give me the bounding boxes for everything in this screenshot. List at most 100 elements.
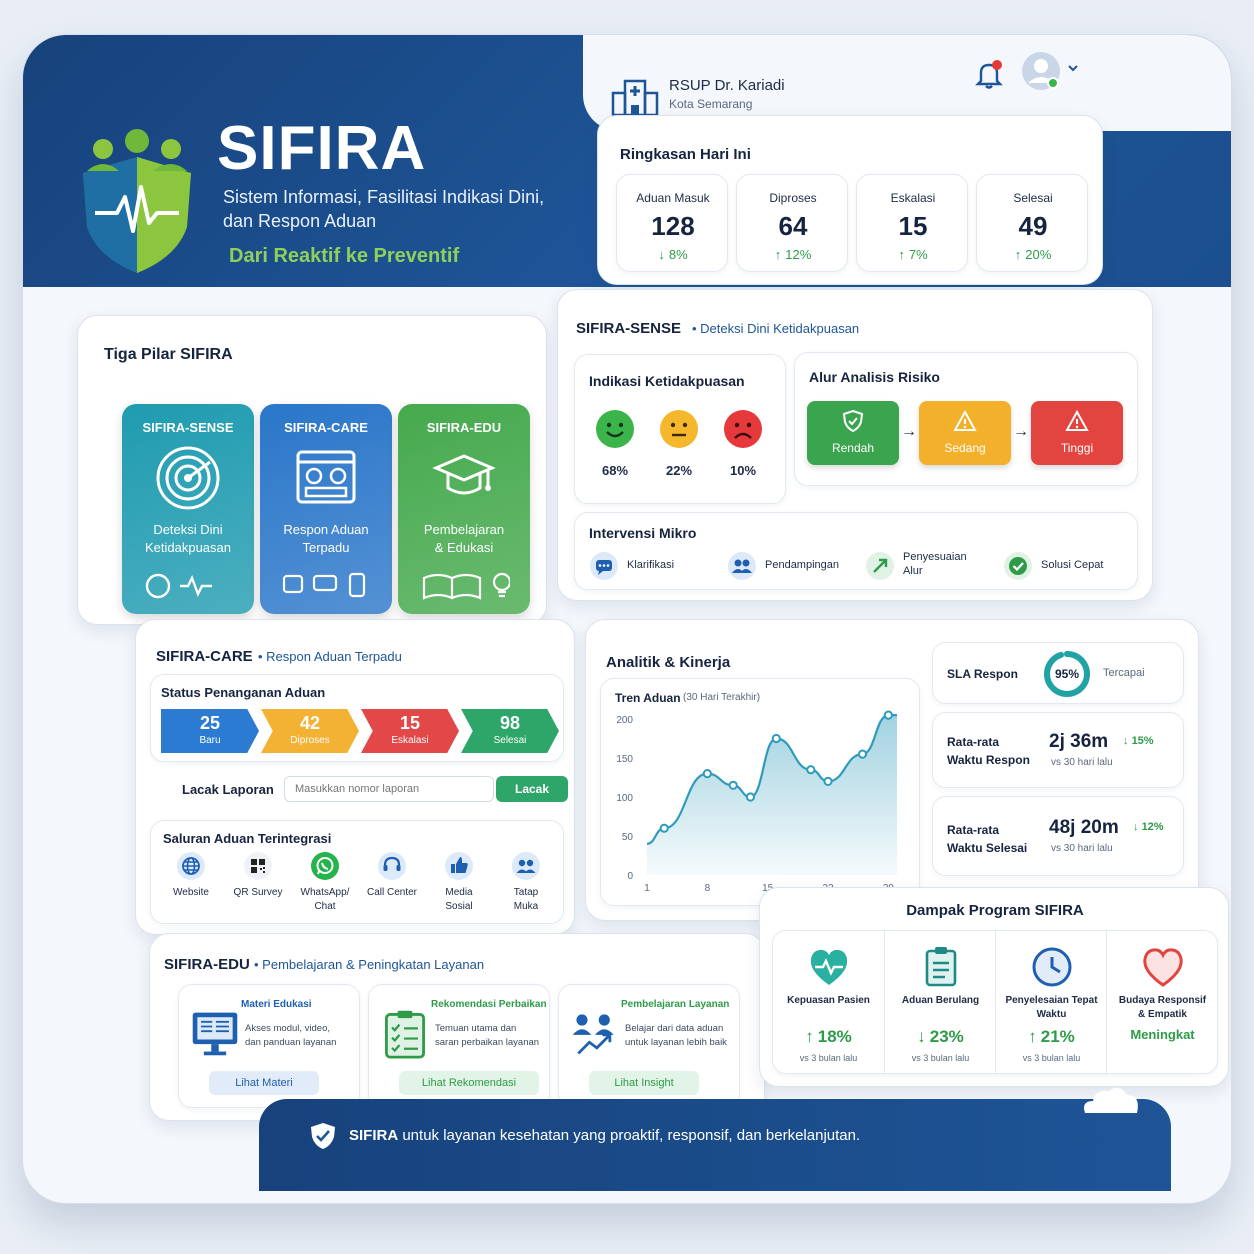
footer-text: SIFIRA untuk layanan kesehatan yang proa… <box>349 1127 860 1144</box>
care-title: SIFIRA-CARE <box>156 648 253 665</box>
track-button[interactable]: Lacak <box>496 776 568 802</box>
y-tick-label: 200 <box>616 715 633 726</box>
edu-subtitle: • Pembelajaran & Peningkatan Layanan <box>254 957 485 972</box>
sense-subtitle-text: Deteksi Dini Ketidakpuasan <box>700 321 860 336</box>
trend-point <box>728 780 738 790</box>
indication-panel: Indikasi Ketidakpuasan 68% 22% 10% <box>574 354 786 504</box>
pillar-desc-line1: Deteksi Dini <box>153 522 223 537</box>
status-selesai[interactable]: 98 Selesai <box>461 709 559 753</box>
avg-finish-label2: Waktu Selesai <box>947 841 1028 855</box>
pillars-title: Tiga Pilar SIFIRA <box>104 346 233 363</box>
clipboard-check-icon <box>379 1005 431 1061</box>
channel-0[interactable]: Website <box>159 851 223 921</box>
summary-stat-value: 15 <box>898 211 928 241</box>
care-subtitle-text: Respon Aduan Terpadu <box>266 649 402 664</box>
head-pulse-icon <box>142 570 234 600</box>
thumbs-up-icon <box>444 851 474 881</box>
chevron-down-icon[interactable] <box>1067 63 1079 73</box>
channel-1[interactable]: QR Survey <box>226 851 290 921</box>
status-value: 15 <box>399 713 421 733</box>
edu-title: SIFIRA-EDU <box>164 956 250 973</box>
notification-bell-icon[interactable] <box>975 59 1003 89</box>
summary-stat-2: Eskalasi 15 ↑ 7% <box>856 174 968 272</box>
app-tagline: Dari Reaktif ke Preventif <box>229 245 460 267</box>
edu-item-desc2: saran perbaikan layanan <box>435 1037 540 1048</box>
status-eskalasi[interactable]: 15 Eskalasi <box>361 709 459 753</box>
channel-2[interactable]: WhatsApp/Chat <box>293 851 357 921</box>
risk-sedang[interactable]: Sedang <box>919 401 1011 465</box>
impact-value-row: Meningkat <box>1107 1027 1218 1042</box>
impact-value-row: ↑ 18% <box>773 1027 884 1047</box>
avg-response-panel: Rata-rata Waktu Respon 2j 36m ↓ 15% vs 3… <box>932 712 1184 788</box>
trend-panel: Tren Aduan (30 Hari Terakhir) 0 50 100 150 2… <box>600 678 920 906</box>
risk-tinggi[interactable]: Tinggi <box>1031 401 1123 465</box>
intervention-3[interactable]: Solusi Cepat <box>1003 549 1135 585</box>
edu-item-2: Pembelajaran Layanan Belajar dari data ad… <box>558 984 740 1108</box>
avg-finish-change-value: 12% <box>1141 821 1164 833</box>
summary-stat-change-value: 7% <box>908 247 928 262</box>
pillar-sifira-edu[interactable]: SIFIRA-EDU Pembelajaran & Edukasi <box>398 404 530 614</box>
track-report-input[interactable] <box>284 776 494 802</box>
pillar-sifira-care[interactable]: SIFIRA-CARE Respon Aduan Terpadu <box>260 404 392 614</box>
trend-point <box>702 769 712 779</box>
status-label: Selesai <box>493 735 527 746</box>
edu-item-button[interactable]: Lihat Insight <box>589 1071 699 1095</box>
summary-stat-3: Selesai 49 ↑ 20% <box>976 174 1088 272</box>
pillar-sifira-sense[interactable]: SIFIRA-SENSE Deteksi Dini Ketidakpuasan <box>122 404 254 614</box>
channel-label-line1: Call Center <box>366 887 418 898</box>
status-baru[interactable]: 25 Baru <box>161 709 259 753</box>
impact-note: vs 3 bulan lalu <box>911 1053 970 1063</box>
edu-item-title: Materi Edukasi <box>241 999 312 1010</box>
analytics-title: Analitik & Kinerja <box>606 654 731 671</box>
people-icon <box>727 551 757 581</box>
channel-5[interactable]: Tatap Muka <box>494 851 558 921</box>
arrow-down-icon: ↓ <box>658 247 665 262</box>
trend-point <box>771 733 781 744</box>
impact-value: 21% <box>1040 1027 1075 1046</box>
user-avatar[interactable] <box>1021 51 1061 91</box>
intervention-label: Pendampingan <box>765 559 840 571</box>
status-label: Baru <box>199 735 221 746</box>
status-panel: Status Penanganan Aduan 25 Baru 42 Diproses… <box>150 674 564 762</box>
trend-title: Tren Aduan <box>615 691 681 705</box>
hospital-icon <box>611 77 659 117</box>
y-tick-label: 0 <box>627 871 633 882</box>
trend-point <box>823 776 833 787</box>
edu-item-button[interactable]: Lihat Materi <box>209 1071 319 1095</box>
impact-value: 23% <box>929 1027 964 1046</box>
team-growth-icon <box>569 1005 621 1061</box>
trend-point <box>745 792 756 802</box>
status-diproses[interactable]: 42 Diproses <box>261 709 359 753</box>
intervention-0[interactable]: Klarifikasi <box>589 549 721 585</box>
status-value: 25 <box>199 713 221 733</box>
summary-stat-value: 64 <box>778 211 808 241</box>
channel-4[interactable]: Media Sosial <box>427 851 491 921</box>
channel-label-line1: QR Survey <box>233 887 283 898</box>
pillar-desc-line2: Ketidakpuasan <box>144 540 231 555</box>
avg-response-change-value: 15% <box>1131 735 1154 747</box>
dashboard-frame: SIFIRA Sistem Informasi, Fasilitasi Indi… <box>22 34 1232 1204</box>
impact-note: vs 3 bulan lalu <box>1022 1053 1081 1063</box>
intervention-2[interactable]: Penyesuaian Alur <box>865 549 997 585</box>
edu-item-button[interactable]: Lihat Rekomendasi <box>399 1071 539 1095</box>
chat-bubble-icon <box>589 551 619 581</box>
cloud-icon <box>1079 1083 1143 1113</box>
risk-rendah[interactable]: Rendah <box>807 401 899 465</box>
edu-item-1: Rekomendasi Perbaikan Temuan utama dan sar… <box>368 984 550 1108</box>
heart-pulse-icon <box>807 945 851 989</box>
impact-value-row: ↓ 23% <box>885 1027 996 1047</box>
impact-value: 18% <box>817 1027 852 1046</box>
edu-item-0: Materi Edukasi Akses modul, video, dan pan… <box>178 984 360 1108</box>
avg-finish-value: 48j 20m <box>1049 817 1119 838</box>
warning-icon <box>1065 409 1089 433</box>
indication-item: 68% <box>591 409 639 489</box>
edu-item-desc2: dan panduan layanan <box>245 1037 337 1048</box>
logo-shield-icon <box>73 127 201 275</box>
impact-title: Dampak Program SIFIRA <box>906 902 1084 919</box>
channel-icons <box>280 570 372 600</box>
intervention-1[interactable]: Pendampingan <box>727 549 859 585</box>
channel-label-line1: Website <box>173 887 209 898</box>
sense-subtitle: • Deteksi Dini Ketidakpuasan <box>692 321 860 336</box>
channel-3[interactable]: Call Center <box>360 851 424 921</box>
sla-panel: SLA Respon 95% Tercapai <box>932 642 1184 704</box>
